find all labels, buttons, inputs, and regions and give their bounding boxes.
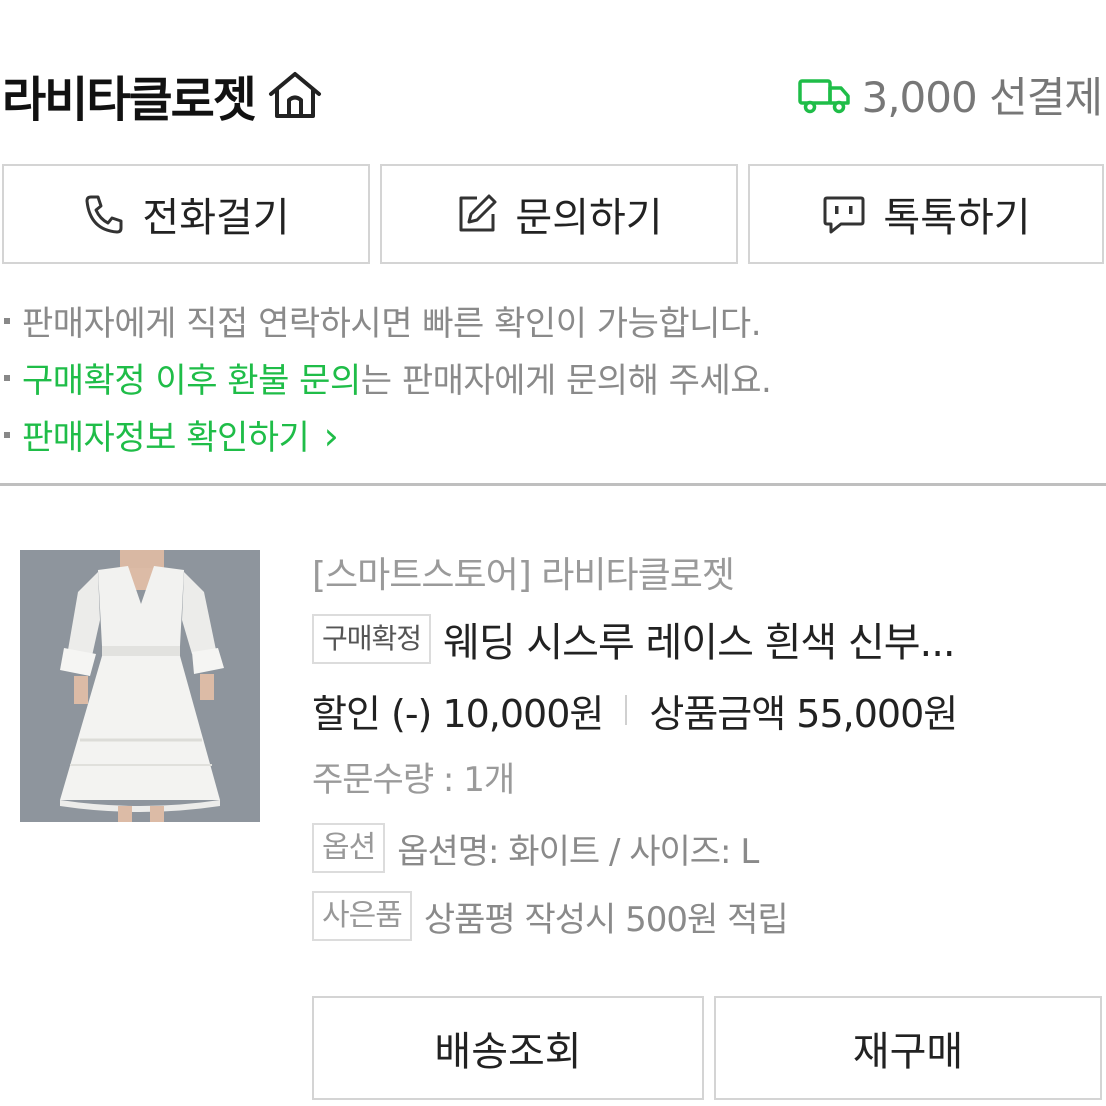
talktalk-button-label: 톡톡하기	[883, 195, 1031, 241]
chat-icon	[823, 196, 865, 234]
purchase-confirmed-badge: 구매확정	[312, 614, 432, 664]
store-label: [스마트스토어] 라비타클로젯	[312, 555, 735, 596]
truck-icon	[798, 78, 851, 113]
edit-icon	[459, 194, 497, 232]
notice-text-1: 판매자에게 직접 연락하시면 빠른 확인이 가능합니다.	[22, 304, 762, 344]
shop-name-link[interactable]: 라비타클로젯	[2, 60, 323, 130]
product-amount: 상품금액 55,000원	[649, 691, 958, 736]
price-row: 할인 (-) 10,000원 상품금액 55,000원	[312, 674, 1102, 746]
notice-line-3: 판매자정보 확인하기 ›	[4, 406, 1104, 463]
notice-line-1: 판매자에게 직접 연락하시면 빠른 확인이 가능합니다.	[4, 292, 1104, 349]
store-header: 라비타클로젯 3,000 선결제	[0, 50, 1106, 140]
chevron-right-icon: ›	[323, 414, 339, 458]
option-badge: 옵션	[312, 823, 386, 873]
section-divider	[0, 483, 1106, 486]
shipping-fee: 3,000 선결제	[861, 73, 1103, 122]
seller-info-link-label: 판매자정보 확인하기	[22, 418, 310, 458]
discount-amount: 할인 (-) 10,000원	[312, 691, 604, 736]
gift-row: 사은품 상품평 작성시 500원 적립	[312, 882, 1102, 950]
bullet-icon	[4, 317, 10, 324]
seller-notice: 판매자에게 직접 연락하시면 빠른 확인이 가능합니다. 구매확정 이후 환불 …	[4, 292, 1104, 463]
bullet-icon	[4, 374, 10, 381]
option-text: 옵션명: 화이트 / 사이즈: L	[397, 831, 759, 872]
home-icon	[268, 72, 321, 118]
call-button-label: 전화걸기	[142, 195, 290, 241]
inquiry-button[interactable]: 문의하기	[380, 164, 738, 264]
notice-text-2: 는 판매자에게 문의해 주세요.	[360, 361, 772, 401]
gift-text: 상품평 작성시 500원 적립	[423, 899, 789, 940]
shop-name: 라비타클로젯	[2, 72, 257, 128]
seller-info-link[interactable]: 판매자정보 확인하기 ›	[22, 410, 339, 459]
contact-button-row: 전화걸기 문의하기 톡톡하기	[2, 164, 1104, 268]
talktalk-button[interactable]: 톡톡하기	[748, 164, 1104, 264]
order-quantity: 주문수량 : 1개	[312, 760, 515, 800]
shipping-info: 3,000 선결제	[797, 64, 1103, 125]
reorder-button[interactable]: 재구매	[714, 996, 1102, 1100]
notice-line-2: 구매확정 이후 환불 문의 는 판매자에게 문의해 주세요.	[4, 349, 1104, 406]
dress-image	[20, 550, 260, 822]
option-row: 옵션 옵션명: 화이트 / 사이즈: L	[312, 814, 1102, 882]
track-delivery-button[interactable]: 배송조회	[312, 996, 704, 1100]
order-action-row: 배송조회 재구매	[312, 996, 1102, 1102]
reorder-label: 재구매	[852, 1029, 964, 1075]
inquiry-button-label: 문의하기	[515, 195, 663, 241]
product-thumbnail[interactable]	[20, 550, 260, 822]
bullet-icon	[4, 431, 10, 438]
order-item-info: [스마트스토어] 라비타클로젯 구매확정 웨딩 시스루 레이스 흰색 신부...…	[312, 548, 1102, 950]
refund-notice-highlight: 구매확정 이후 환불 문의	[22, 361, 361, 401]
gift-badge: 사은품	[312, 891, 412, 941]
phone-icon	[85, 195, 123, 234]
product-title-row[interactable]: 구매확정 웨딩 시스루 레이스 흰색 신부...	[312, 604, 1102, 674]
track-delivery-label: 배송조회	[434, 1029, 582, 1075]
price-separator	[625, 695, 628, 725]
product-title: 웨딩 시스루 레이스 흰색 신부...	[443, 620, 955, 666]
call-button[interactable]: 전화걸기	[2, 164, 370, 264]
